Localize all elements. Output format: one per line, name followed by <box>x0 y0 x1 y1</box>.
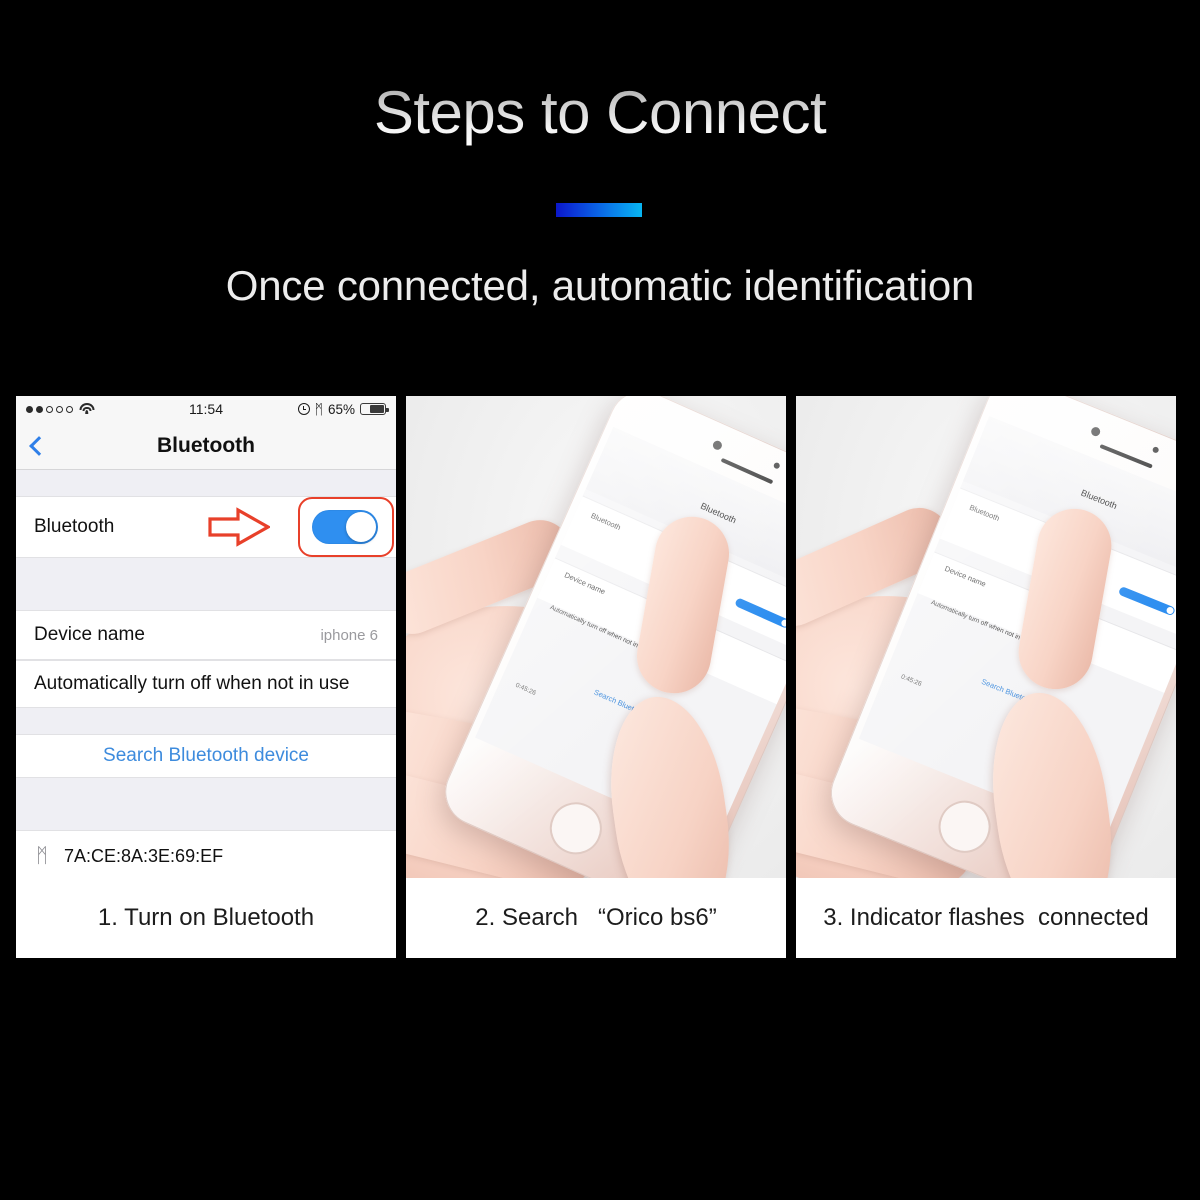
bluetooth-icon: ᛗ <box>314 401 323 417</box>
accent-divider <box>556 203 642 217</box>
step-3-caption: 3. Indicator flashes connected <box>796 878 1176 958</box>
bluetooth-toggle[interactable] <box>312 510 378 544</box>
step-3-photo: Bluetooth Bluetooth Device name Automati… <box>796 396 1176 878</box>
step-1-caption: 1. Turn on Bluetooth <box>16 878 396 958</box>
chevron-left-icon[interactable] <box>29 435 49 456</box>
device-name-value: iphone 6 <box>320 626 378 644</box>
status-bar-right: ᛗ 65% <box>297 401 389 417</box>
nav-title: Bluetooth <box>157 433 255 457</box>
found-device-row[interactable]: ᛗ 7A:CE:8A:3E:69:EF <box>16 830 396 878</box>
bluetooth-toggle-wrapper[interactable] <box>208 497 394 557</box>
step-panel-2: Bluetooth Bluetooth Device name Automati… <box>406 396 786 958</box>
alarm-clock-icon <box>297 403 310 415</box>
page-title: Steps to Connect <box>0 78 1200 147</box>
battery-percent-label: 65% <box>327 401 355 417</box>
step-2-photo: Bluetooth Bluetooth Device name Automati… <box>406 396 786 878</box>
section-gap-2 <box>16 558 396 610</box>
ios-bluetooth-settings: 11:54 ᛗ 65% Bluetooth Bluetooth Device n… <box>16 396 396 878</box>
bluetooth-icon: ᛗ <box>36 844 48 867</box>
hand-holding-phone-photo: Bluetooth Bluetooth Device name Automati… <box>406 396 786 878</box>
bluetooth-toggle-row[interactable]: Bluetooth <box>16 496 396 558</box>
found-device-mac: 7A:CE:8A:3E:69:EF <box>64 845 224 866</box>
right-arrow-annotation <box>208 507 270 547</box>
toggle-knob <box>346 512 376 542</box>
auto-off-label: Automatically turn off when not in use <box>34 673 350 694</box>
step-panel-3: Bluetooth Bluetooth Device name Automati… <box>796 396 1176 958</box>
search-bluetooth-device-button[interactable]: Search Bluetooth device <box>16 734 396 778</box>
page-header: Steps to Connect Once connected, automat… <box>0 0 1200 380</box>
steps-panel-group: 11:54 ᛗ 65% Bluetooth Bluetooth Device n… <box>16 396 1176 958</box>
step-2-caption: 2. Search “Orico bs6” <box>406 878 786 958</box>
hand-holding-phone-connected-photo: Bluetooth Bluetooth Device name Automati… <box>796 396 1176 878</box>
bluetooth-row-label: Bluetooth <box>34 516 115 537</box>
step-panel-1: 11:54 ᛗ 65% Bluetooth Bluetooth Device n… <box>16 396 396 958</box>
page-subtitle: Once connected, automatic identification <box>225 262 975 309</box>
device-name-label: Device name <box>34 624 145 645</box>
section-gap-1 <box>16 470 396 496</box>
auto-off-row[interactable]: Automatically turn off when not in use <box>16 660 396 708</box>
section-gap-3 <box>16 708 396 734</box>
nav-bar: Bluetooth <box>16 422 396 470</box>
status-bar: 11:54 ᛗ 65% <box>16 396 396 422</box>
device-name-row[interactable]: Device name iphone 6 <box>16 610 396 660</box>
section-gap-4 <box>16 778 396 830</box>
step-1-screenshot: 11:54 ᛗ 65% Bluetooth Bluetooth Device n… <box>16 396 396 878</box>
search-bluetooth-device-label: Search Bluetooth device <box>103 745 309 766</box>
battery-icon <box>360 403 389 415</box>
